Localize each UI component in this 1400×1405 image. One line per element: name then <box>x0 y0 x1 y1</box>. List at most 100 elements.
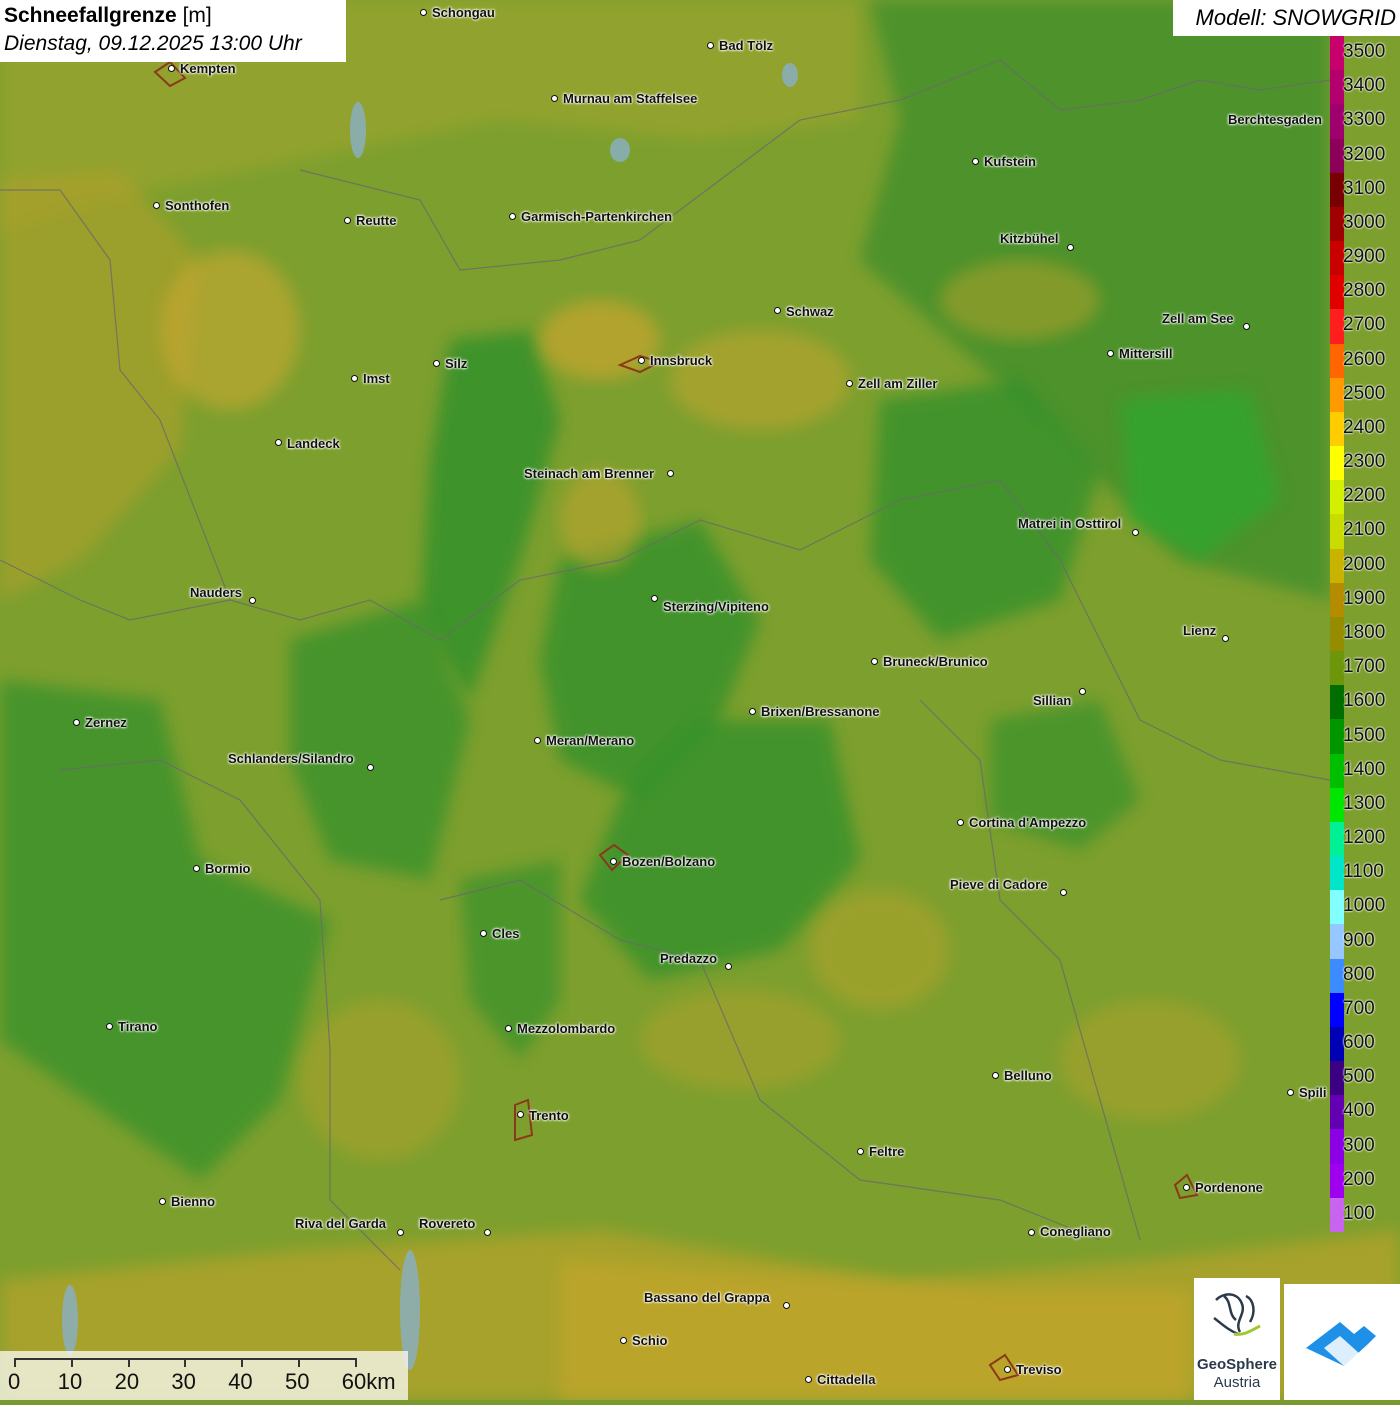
legend-swatch <box>1330 343 1344 379</box>
city-marker <box>484 1229 491 1236</box>
city-marker <box>707 42 714 49</box>
city-label: Bienno <box>171 1194 216 1209</box>
legend-label: 2500 <box>1343 382 1386 404</box>
city-marker <box>193 865 200 872</box>
scale-label: 60km <box>341 1369 396 1394</box>
city-marker <box>1132 529 1139 536</box>
legend-swatch <box>1330 685 1344 720</box>
legend-label: 2200 <box>1343 485 1386 507</box>
city-label: Innsbruck <box>650 353 713 368</box>
city-label: Murnau am Staffelsee <box>563 91 698 106</box>
city-marker <box>420 9 427 16</box>
legend-swatch <box>1330 70 1344 105</box>
legend-swatch <box>1330 104 1344 139</box>
scale-label: 10 <box>57 1369 83 1394</box>
city-marker <box>433 360 440 367</box>
city-label: Sterzing/Vipiteno <box>663 599 769 614</box>
scale-label: 50 <box>285 1369 310 1394</box>
city-marker <box>1222 635 1229 642</box>
scale-tick <box>354 1358 357 1367</box>
city-marker <box>957 819 964 826</box>
legend-label: 400 <box>1343 1100 1375 1122</box>
city-label: Schwaz <box>786 304 834 319</box>
city-marker <box>1004 1366 1011 1373</box>
legend-label: 1700 <box>1343 656 1386 678</box>
city-label: Reutte <box>356 213 397 228</box>
legend-swatch <box>1330 1026 1344 1062</box>
city-marker <box>1107 350 1114 357</box>
city-label: Schlanders/Silandro <box>228 751 354 766</box>
city-marker <box>749 708 756 715</box>
legend-swatch <box>1330 309 1344 345</box>
legend-swatch <box>1330 1197 1344 1233</box>
legend-swatch <box>1330 172 1344 208</box>
legend-label: 2800 <box>1343 280 1386 302</box>
legend-label: 3300 <box>1343 109 1386 131</box>
city-marker <box>651 595 658 602</box>
partner-logo <box>1284 1284 1400 1400</box>
city-marker <box>805 1376 812 1383</box>
legend-label: 800 <box>1343 963 1375 985</box>
legend-swatch <box>1330 753 1344 789</box>
legend-label: 1100 <box>1343 861 1384 883</box>
legend-label: 2600 <box>1343 348 1386 370</box>
city-label: Cittadella <box>817 1372 876 1387</box>
legend-swatch <box>1330 514 1344 550</box>
city-marker <box>367 764 374 771</box>
scale-tick <box>241 1358 244 1367</box>
city-label: Bormio <box>205 861 251 876</box>
city-marker <box>534 737 541 744</box>
city-label: Steinach am Brenner <box>524 466 655 481</box>
city-label: Cortina d'Ampezzo <box>969 815 1087 830</box>
city-label: Trento <box>529 1108 569 1123</box>
city-marker <box>153 202 160 209</box>
city-label: Rovereto <box>419 1216 476 1231</box>
legend-label: 100 <box>1343 1202 1375 1224</box>
city-marker <box>638 357 645 364</box>
city-marker <box>871 658 878 665</box>
city-label: Bassano del Grappa <box>644 1290 770 1305</box>
city-marker <box>972 158 979 165</box>
city-label: Sonthofen <box>165 198 230 213</box>
geosphere-emblem-icon <box>1213 1293 1261 1336</box>
city-label: Kufstein <box>984 154 1036 169</box>
legend-label: 200 <box>1343 1168 1375 1190</box>
legend-label: 3400 <box>1343 75 1386 97</box>
city-label: Kempten <box>180 61 236 76</box>
austria-text: Austria <box>1213 1374 1261 1391</box>
legend-swatch <box>1330 1129 1344 1165</box>
city-marker <box>168 65 175 72</box>
map-title: Schneefallgrenze [m] <box>4 4 212 27</box>
city-marker <box>73 719 80 726</box>
city-marker <box>551 95 558 102</box>
legend-swatch <box>1330 446 1344 481</box>
legend-swatch <box>1330 651 1344 686</box>
city-label: Bad Tölz <box>719 38 774 53</box>
legend-swatch <box>1330 958 1344 994</box>
city-marker <box>846 380 853 387</box>
legend-swatch <box>1330 1095 1344 1130</box>
scale-label: 40 <box>228 1369 253 1394</box>
legend-swatch <box>1330 924 1344 960</box>
scale-tick <box>298 1358 300 1367</box>
legend-swatch <box>1330 616 1344 652</box>
city-label: Meran/Merano <box>546 733 635 748</box>
city-label: Lienz <box>1183 623 1217 638</box>
legend-swatch <box>1330 548 1344 584</box>
city-marker <box>351 375 358 382</box>
legend-label: 1000 <box>1343 895 1386 917</box>
legend-swatch <box>1330 582 1344 618</box>
legend-label: 2900 <box>1343 246 1386 268</box>
city-label: Spili <box>1299 1085 1327 1100</box>
geosphere-text: GeoSphere <box>1196 1356 1278 1373</box>
legend-label: 600 <box>1343 1032 1375 1054</box>
city-marker <box>1067 244 1074 251</box>
city-label: Predazzo <box>660 951 718 966</box>
city-marker <box>275 439 282 446</box>
scale-label: 20 <box>114 1369 140 1394</box>
city-marker <box>783 1302 790 1309</box>
city-label: Matrei in Osttirol <box>1018 516 1122 531</box>
legend-label: 2300 <box>1343 451 1386 473</box>
city-marker <box>480 930 487 937</box>
city-label: Tirano <box>118 1019 158 1034</box>
